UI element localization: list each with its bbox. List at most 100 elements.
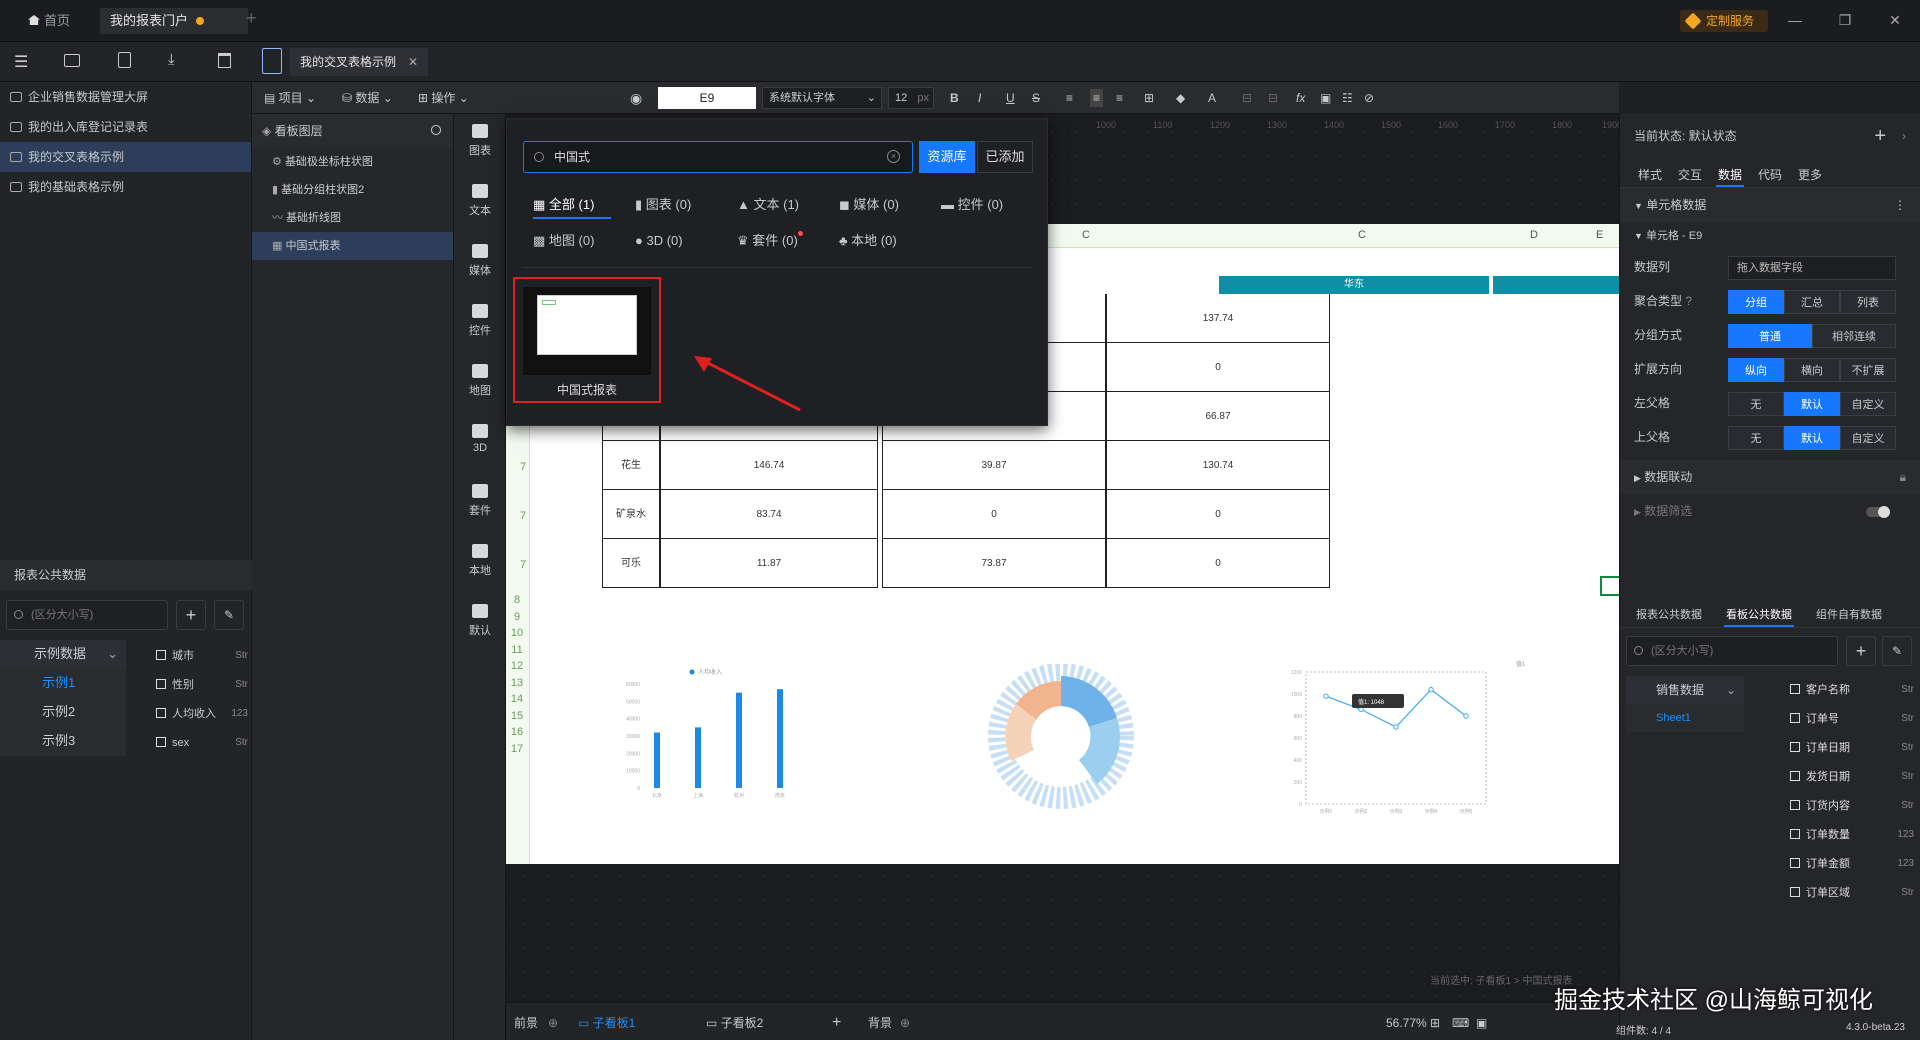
clear-icon[interactable]: × [887,150,900,163]
category-control[interactable]: ▬ 控件 (0) [941,195,1003,215]
sheet-item[interactable]: Sheet1 [1626,704,1744,732]
dataset-select[interactable]: 示例数据 ⌄ [0,640,126,668]
restore-icon[interactable]: ❐ [1830,9,1860,31]
category-local[interactable]: ♣ 本地 (0) [839,231,897,251]
tab-component-data[interactable]: 组件自有数据 [1816,606,1882,622]
align-left-icon[interactable]: ≡ [1066,89,1073,107]
line-point[interactable] [1393,724,1399,730]
font-size-input[interactable]: 12 px [888,87,934,109]
checkbox[interactable] [1790,713,1800,723]
minimize-icon[interactable]: — [1780,9,1810,31]
add-data-button[interactable]: + [1846,636,1876,666]
field-item[interactable]: 订单号 Str [1790,705,1914,734]
lparent-default[interactable]: 默认 [1784,392,1840,416]
layer-item[interactable]: ▦ 中国式报表 [252,232,453,260]
close-window-icon[interactable]: ✕ [1880,9,1910,31]
value-cell[interactable]: 137.74 [1106,294,1330,343]
map-component-button[interactable]: 地图 [454,354,506,414]
section-cell-data[interactable]: ▼ 单元格数据 ⋮ [1620,188,1920,222]
eye-icon[interactable]: ◉ [630,89,642,107]
report-item[interactable]: 我的交叉表格示例 [0,142,251,172]
align-center-icon[interactable]: ≡ [1090,89,1104,107]
download-icon[interactable]: ⤓ [168,51,175,68]
dataset-item[interactable]: 示例1 [0,668,126,697]
report-item[interactable]: 企业销售数据管理大屏 [0,82,251,112]
checkbox[interactable] [1790,684,1800,694]
unmerge-icon[interactable]: ⊟ [1268,89,1278,107]
add-data-button[interactable]: + [176,600,206,630]
checkbox[interactable] [156,737,166,747]
font-select[interactable]: 系统默认字体 ⌄ [762,87,882,109]
tab-cross-table[interactable]: 我的交叉表格示例 ✕ [290,48,429,76]
expand-vertical[interactable]: 纵向 [1728,358,1784,382]
category-all[interactable]: ▦ 全部 (1) [533,195,594,215]
3d-component-button[interactable]: 3D [454,414,506,474]
value-cell[interactable]: 39.87 [882,441,1106,490]
field-item[interactable]: 订货内容 Str [1790,792,1914,821]
image-icon[interactable]: ▣ [1320,89,1331,107]
custom-service-button[interactable]: 定制服务 [1680,10,1768,32]
field-item[interactable]: 订单日期 Str [1790,734,1914,763]
lparent-custom[interactable]: 自定义 [1840,392,1896,416]
search-icon[interactable] [431,125,441,135]
checkbox[interactable] [1790,829,1800,839]
kit-component-button[interactable]: 套件 [454,474,506,534]
checkbox[interactable] [156,650,166,660]
tab-background[interactable]: 背景 [868,1013,892,1033]
value-cell[interactable]: 0 [1106,343,1330,392]
dataset-item[interactable]: 示例3 [0,726,126,755]
layer-item[interactable]: ▮ 基础分组柱状图2 [252,176,453,204]
bar-chart[interactable]: 人均收入 60000 50000 40000 30000 20000 10000 0 北京 上海 杭… [606,664,786,814]
delete-icon[interactable] [218,53,231,68]
tab-sub-board-1[interactable]: ▭ 子看板1 [578,1013,635,1033]
tab-home[interactable]: 首页 [18,8,80,34]
filter-toggle[interactable] [1866,506,1890,518]
right-search-input[interactable]: (区分大小写) [1626,636,1838,666]
border-icon[interactable]: ⊞ [1144,89,1154,107]
category-media[interactable]: ◼ 媒体 (0) [839,195,899,215]
fill-color-icon[interactable]: ◆ [1176,89,1185,107]
category-3d[interactable]: ● 3D (0) [635,231,683,251]
menu-icon[interactable]: ☰ [14,52,28,72]
section-linkage[interactable]: ▶ 数据联动 🔒︎ [1620,460,1920,494]
edit-data-icon[interactable]: ✎ [1882,636,1912,666]
new-file-icon[interactable] [118,52,131,68]
formula-icon[interactable]: fx [1296,89,1305,107]
bar[interactable] [777,689,783,788]
add-circle-icon[interactable]: ⊕ [900,1013,910,1033]
polar-bar-chart[interactable] [976,664,1146,814]
tab-report-data[interactable]: 报表公共数据 [1636,606,1702,622]
row-name-cell[interactable]: 矿泉水 [602,490,660,539]
checkbox[interactable] [1790,858,1800,868]
line-point[interactable] [1428,686,1434,693]
layer-item[interactable]: ⚙ 基础极坐标柱状图 [252,148,453,176]
media-component-button[interactable]: 媒体 [454,234,506,294]
line-chart[interactable]: 值1 1200 1000 800 600 400 200 0 示例1 示例2 示例3 示例4 示例5 值1… [1266,654,1556,824]
dataset-item[interactable]: 示例2 [0,697,126,726]
underline-icon[interactable]: U [1006,89,1015,107]
section-filter[interactable]: ▶ 数据筛选 [1620,494,1920,528]
strikethrough-icon[interactable]: S [1032,89,1040,107]
category-map[interactable]: ▩ 地图 (0) [533,231,594,251]
value-cell[interactable]: 83.74 [660,490,878,539]
field-item[interactable]: 订单金额 123 [1790,850,1914,879]
field-item[interactable]: 人均收入 123 [156,700,248,729]
folder-icon[interactable] [64,54,80,67]
new-tab-icon[interactable]: + [246,8,257,29]
add-state-icon[interactable]: + [1874,114,1886,158]
more-icon[interactable]: ⋮ [1894,188,1906,222]
agg-sum[interactable]: 汇总 [1784,290,1840,314]
checkbox[interactable] [1790,887,1800,897]
zoom-level[interactable]: 56.77% [1386,1013,1427,1033]
expand-none[interactable]: 不扩展 [1840,358,1896,382]
report-item[interactable]: 我的基础表格示例 [0,172,251,202]
checkbox[interactable] [156,679,166,689]
add-board-icon[interactable]: + [832,1013,841,1033]
local-component-button[interactable]: 本地 [454,534,506,594]
add-circle-icon[interactable]: ⊕ [548,1013,558,1033]
expand-horizontal[interactable]: 横向 [1784,358,1840,382]
category-chart[interactable]: ▮ 图表 (0) [635,195,691,215]
field-item[interactable]: 性别 Str [156,671,248,700]
field-item[interactable]: 客户名称 Str [1790,676,1914,705]
line-point[interactable] [1323,693,1329,699]
